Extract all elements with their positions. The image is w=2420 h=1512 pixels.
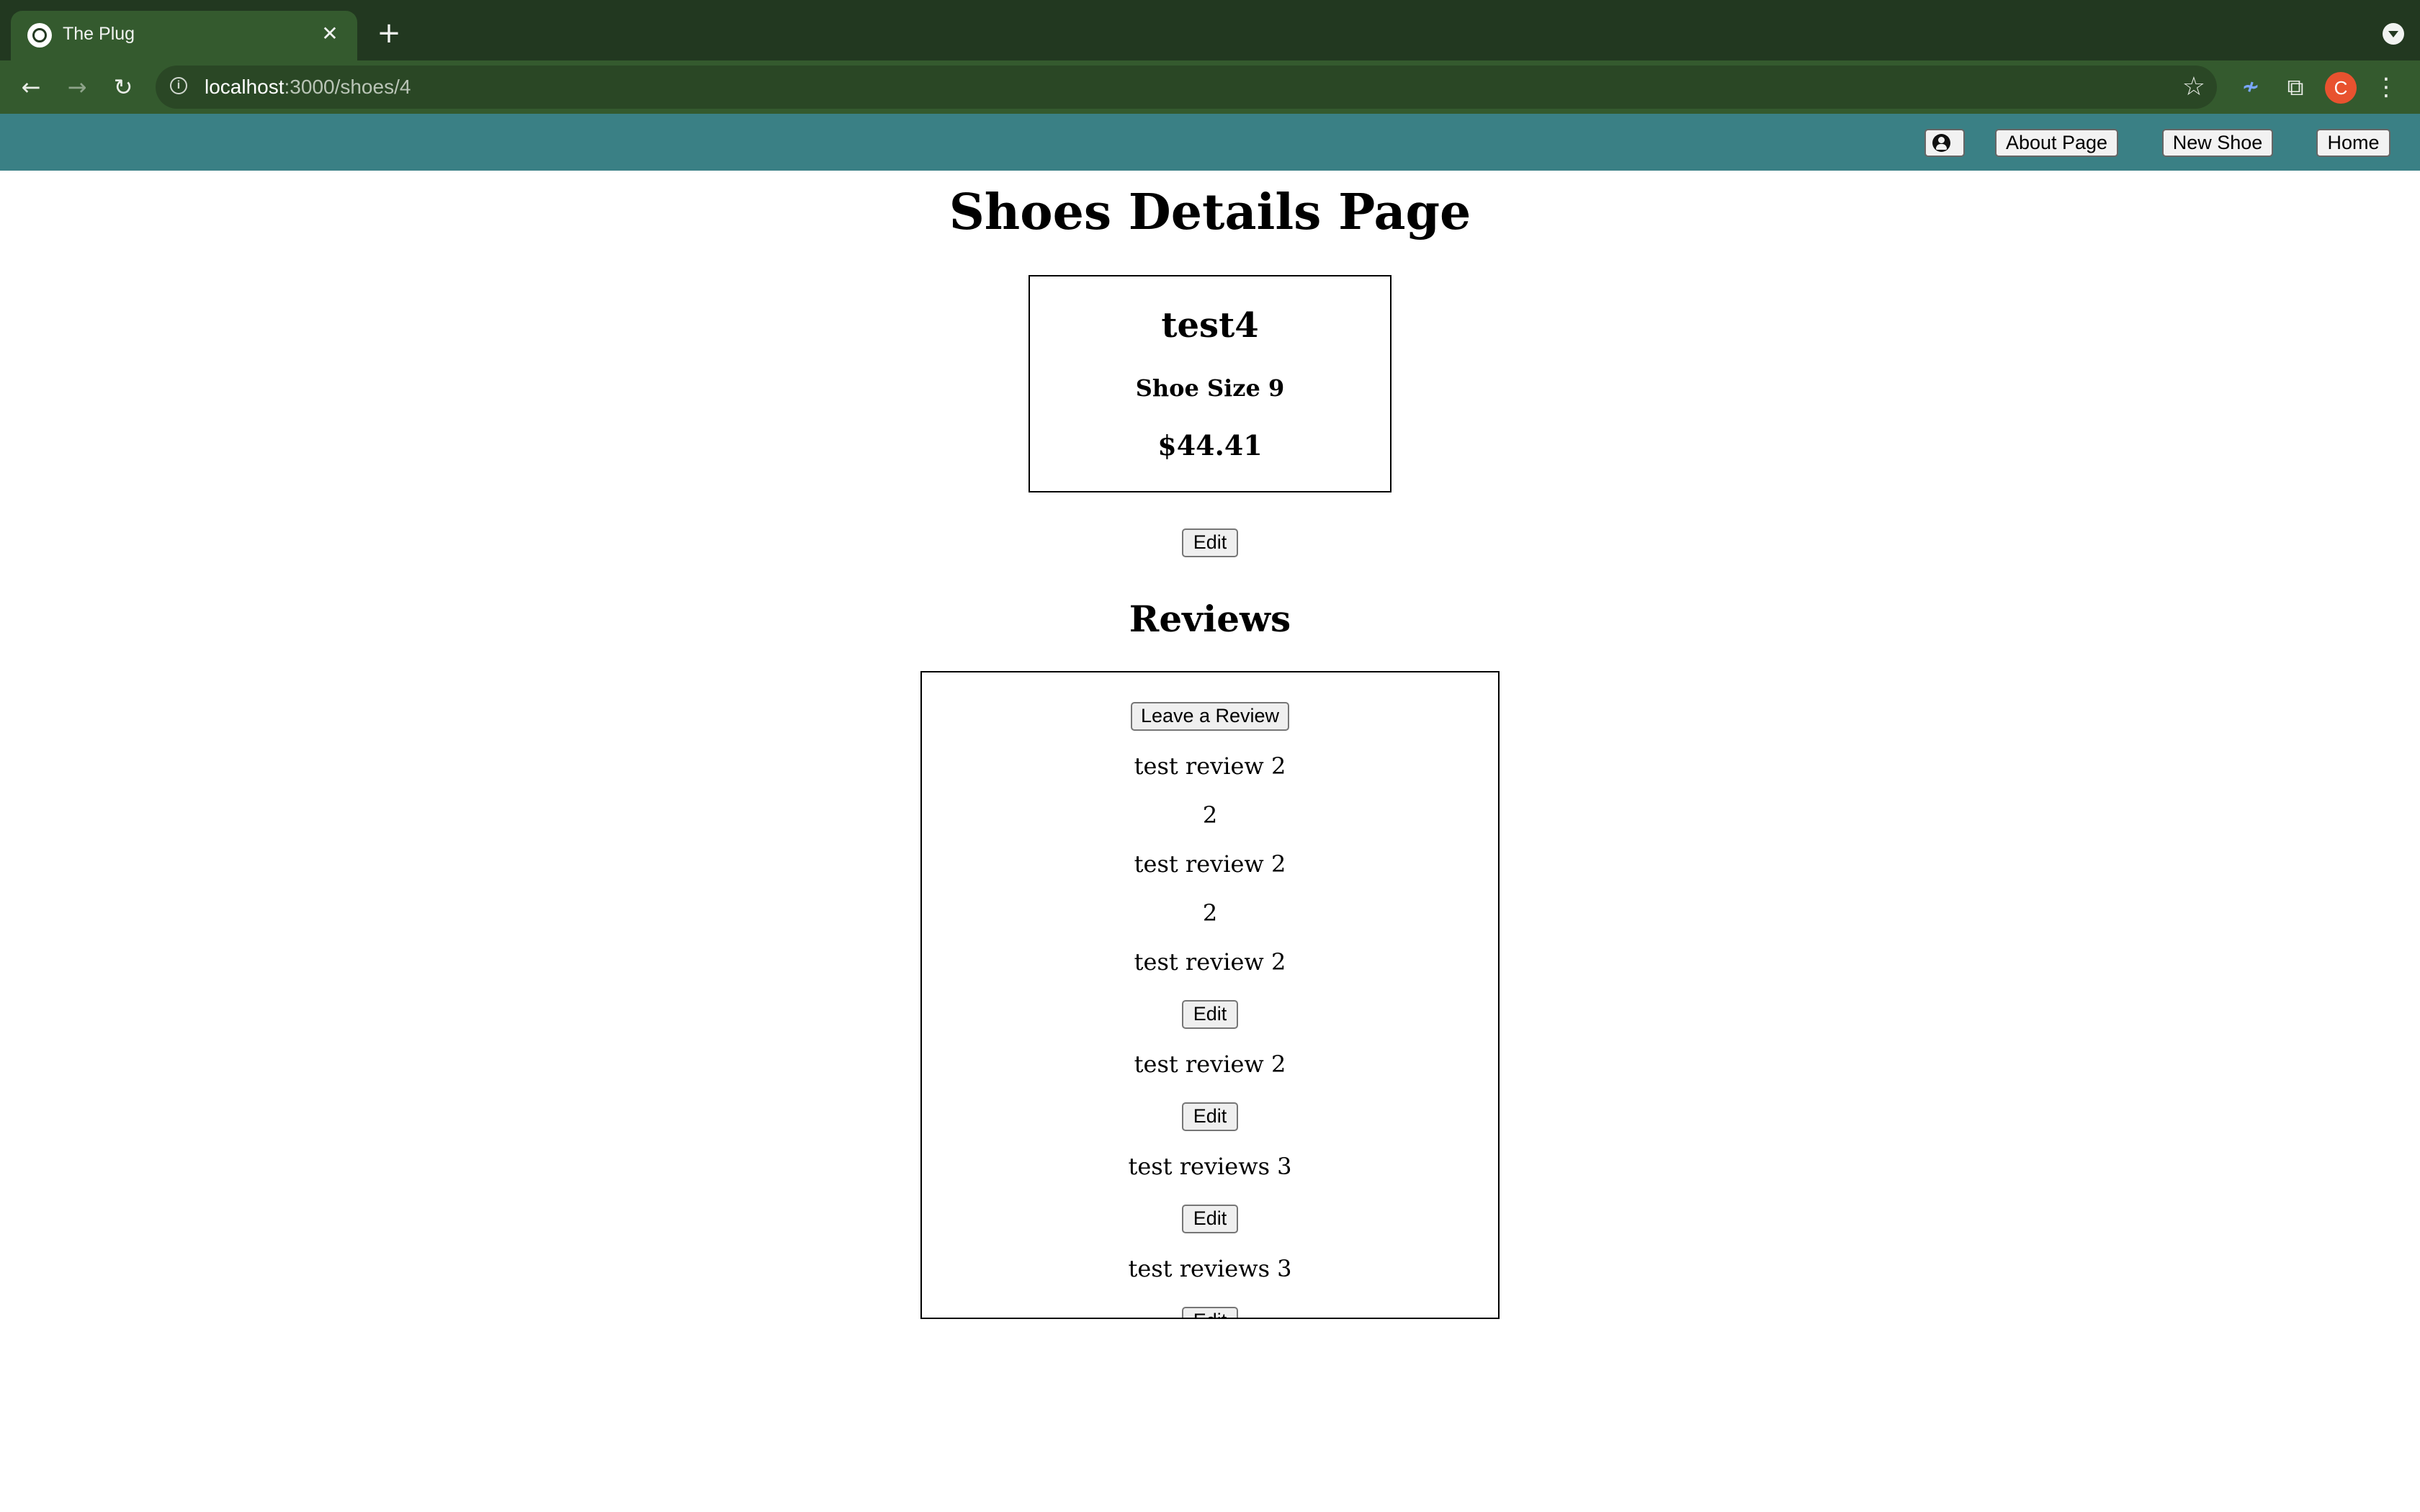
- app-navbar: About Page New Shoe Home: [0, 114, 2420, 171]
- review-text: test review 2: [1134, 850, 1286, 878]
- new-tab-icon[interactable]: +: [373, 19, 405, 50]
- shoe-card: test4 Shoe Size 9 $44.41: [1028, 275, 1392, 492]
- review-text: test review 2: [1134, 1050, 1286, 1078]
- review-text: test review 2: [1134, 948, 1286, 976]
- edit-review-button[interactable]: Edit: [1182, 1102, 1238, 1131]
- forward-arrow-icon[interactable]: →: [60, 71, 94, 104]
- edit-shoe-button[interactable]: Edit: [1182, 528, 1238, 557]
- tab-title: The Plug: [63, 24, 135, 44]
- new-shoe-button[interactable]: New Shoe: [2162, 129, 2273, 157]
- review-text: test reviews 3: [1128, 1153, 1292, 1180]
- url-text[interactable]: localhost:3000/shoes/4: [205, 76, 411, 99]
- reviews-panel: Leave a Review test review 2 2 test revi…: [920, 671, 1500, 1319]
- tab-search-icon[interactable]: [2383, 23, 2404, 45]
- browser-toolbar: ← → ↻ i localhost:3000/shoes/4 ☆ ≁ ⧉ C ⋮: [0, 60, 2420, 114]
- review-text: test review 2: [1134, 752, 1286, 780]
- user-circle-icon: [1932, 134, 1950, 152]
- review-text: test reviews 3: [1128, 1255, 1292, 1282]
- back-arrow-icon[interactable]: ←: [14, 71, 48, 104]
- home-button[interactable]: Home: [2316, 129, 2390, 157]
- site-info-icon[interactable]: i: [170, 77, 187, 94]
- github-favicon-icon: [27, 23, 52, 48]
- browser-tab[interactable]: The Plug ✕: [11, 11, 357, 60]
- browser-menu-icon[interactable]: ⋮: [2374, 71, 2398, 104]
- shoe-name: test4: [1161, 305, 1259, 346]
- close-tab-icon[interactable]: ✕: [315, 19, 344, 48]
- address-bar[interactable]: i localhost:3000/shoes/4 ☆: [156, 66, 2217, 109]
- review-rating: 2: [1202, 801, 1218, 829]
- reviews-heading: Reviews: [1129, 598, 1291, 640]
- extension-wave-icon[interactable]: ≁: [2236, 72, 2266, 102]
- shoe-size: Shoe Size 9: [1135, 374, 1285, 402]
- shoe-price: $44.41: [1157, 429, 1263, 462]
- reload-icon[interactable]: ↻: [107, 71, 140, 104]
- bookmark-star-icon[interactable]: ☆: [2182, 71, 2205, 103]
- edit-review-button[interactable]: Edit: [1182, 1307, 1238, 1318]
- edit-review-button[interactable]: Edit: [1182, 1205, 1238, 1233]
- profile-button[interactable]: [1924, 129, 1965, 157]
- review-rating: 2: [1202, 899, 1218, 927]
- browser-tabstrip: The Plug ✕ +: [0, 0, 2420, 60]
- page-title: Shoes Details Page: [949, 184, 1471, 241]
- profile-avatar[interactable]: C: [2325, 72, 2357, 104]
- about-page-button[interactable]: About Page: [1995, 129, 2118, 157]
- edit-review-button[interactable]: Edit: [1182, 1000, 1238, 1029]
- leave-review-button[interactable]: Leave a Review: [1131, 702, 1289, 731]
- extensions-puzzle-icon[interactable]: ⧉: [2280, 72, 2311, 102]
